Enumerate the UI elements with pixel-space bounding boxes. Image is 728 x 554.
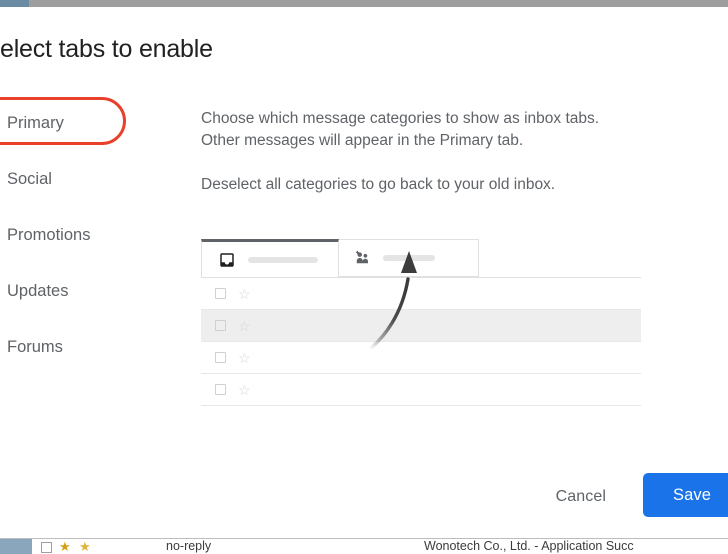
- preview-message-row[interactable]: ☆: [201, 310, 641, 342]
- preview-message-row[interactable]: ☆: [201, 374, 641, 406]
- category-label-promotions: Promotions: [7, 225, 91, 244]
- star-icon[interactable]: ☆: [238, 319, 251, 333]
- category-label-forums: Forums: [7, 337, 63, 356]
- inbox-preview: ☆ ☆ ☆ ☆: [201, 239, 641, 424]
- dialog-actions: Cancel Save: [0, 470, 728, 522]
- star-icon[interactable]: ☆: [238, 383, 251, 397]
- preview-row-checkbox[interactable]: [215, 384, 226, 395]
- category-row-social[interactable]: Social: [0, 151, 184, 207]
- category-row-forums[interactable]: Forums: [0, 319, 184, 375]
- select-tabs-dialog: elect tabs to enable Primary Social Prom…: [0, 7, 728, 522]
- category-row-promotions[interactable]: Promotions: [0, 207, 184, 263]
- dialog-description: Choose which message categories to show …: [201, 108, 641, 196]
- preview-tab-primary[interactable]: [201, 239, 339, 277]
- preview-tab-social-label-placeholder: [383, 255, 435, 261]
- people-icon: [353, 249, 371, 267]
- preview-row-checkbox[interactable]: [215, 320, 226, 331]
- star-icon[interactable]: ☆: [238, 351, 251, 365]
- category-list: Primary Social Promotions Updates Forums: [0, 95, 184, 375]
- background-row-checkbox[interactable]: [41, 542, 52, 553]
- background-row-sender: no-reply: [166, 539, 212, 553]
- category-label-primary: Primary: [7, 113, 64, 132]
- window-chrome-accent: [0, 0, 29, 7]
- inbox-icon: [218, 251, 236, 269]
- cancel-button[interactable]: Cancel: [542, 478, 620, 516]
- background-row-selection-cell: [0, 539, 32, 554]
- preview-row-checkbox[interactable]: [215, 288, 226, 299]
- dialog-title: elect tabs to enable: [0, 35, 213, 63]
- preview-row-checkbox[interactable]: [215, 352, 226, 363]
- preview-message-row[interactable]: ☆: [201, 278, 641, 310]
- category-row-updates[interactable]: Updates: [0, 263, 184, 319]
- background-row-subject: Wonotech Co., Ltd. - Application Succ: [424, 539, 634, 553]
- category-label-social: Social: [7, 169, 52, 188]
- preview-message-list: ☆ ☆ ☆ ☆: [201, 277, 641, 424]
- window-chrome-strip: [0, 0, 728, 7]
- preview-tab-primary-label-placeholder: [248, 256, 318, 263]
- save-button[interactable]: Save: [643, 473, 728, 517]
- background-email-row[interactable]: ★ ★ no-reply Wonotech Co., Ltd. - Applic…: [0, 538, 728, 554]
- preview-list-footer: [201, 406, 641, 424]
- category-label-updates: Updates: [7, 281, 69, 300]
- background-row-important-icon[interactable]: ★: [79, 540, 91, 553]
- preview-tab-bar: [201, 239, 641, 277]
- category-row-primary[interactable]: Primary: [0, 95, 184, 151]
- preview-message-row[interactable]: ☆: [201, 342, 641, 374]
- star-icon[interactable]: ☆: [238, 287, 251, 301]
- preview-tab-social[interactable]: [339, 239, 479, 277]
- background-row-star-icon[interactable]: ★: [59, 540, 71, 553]
- description-paragraph-1: Choose which message categories to show …: [201, 110, 600, 149]
- description-paragraph-2: Deselect all categories to go back to yo…: [201, 176, 556, 193]
